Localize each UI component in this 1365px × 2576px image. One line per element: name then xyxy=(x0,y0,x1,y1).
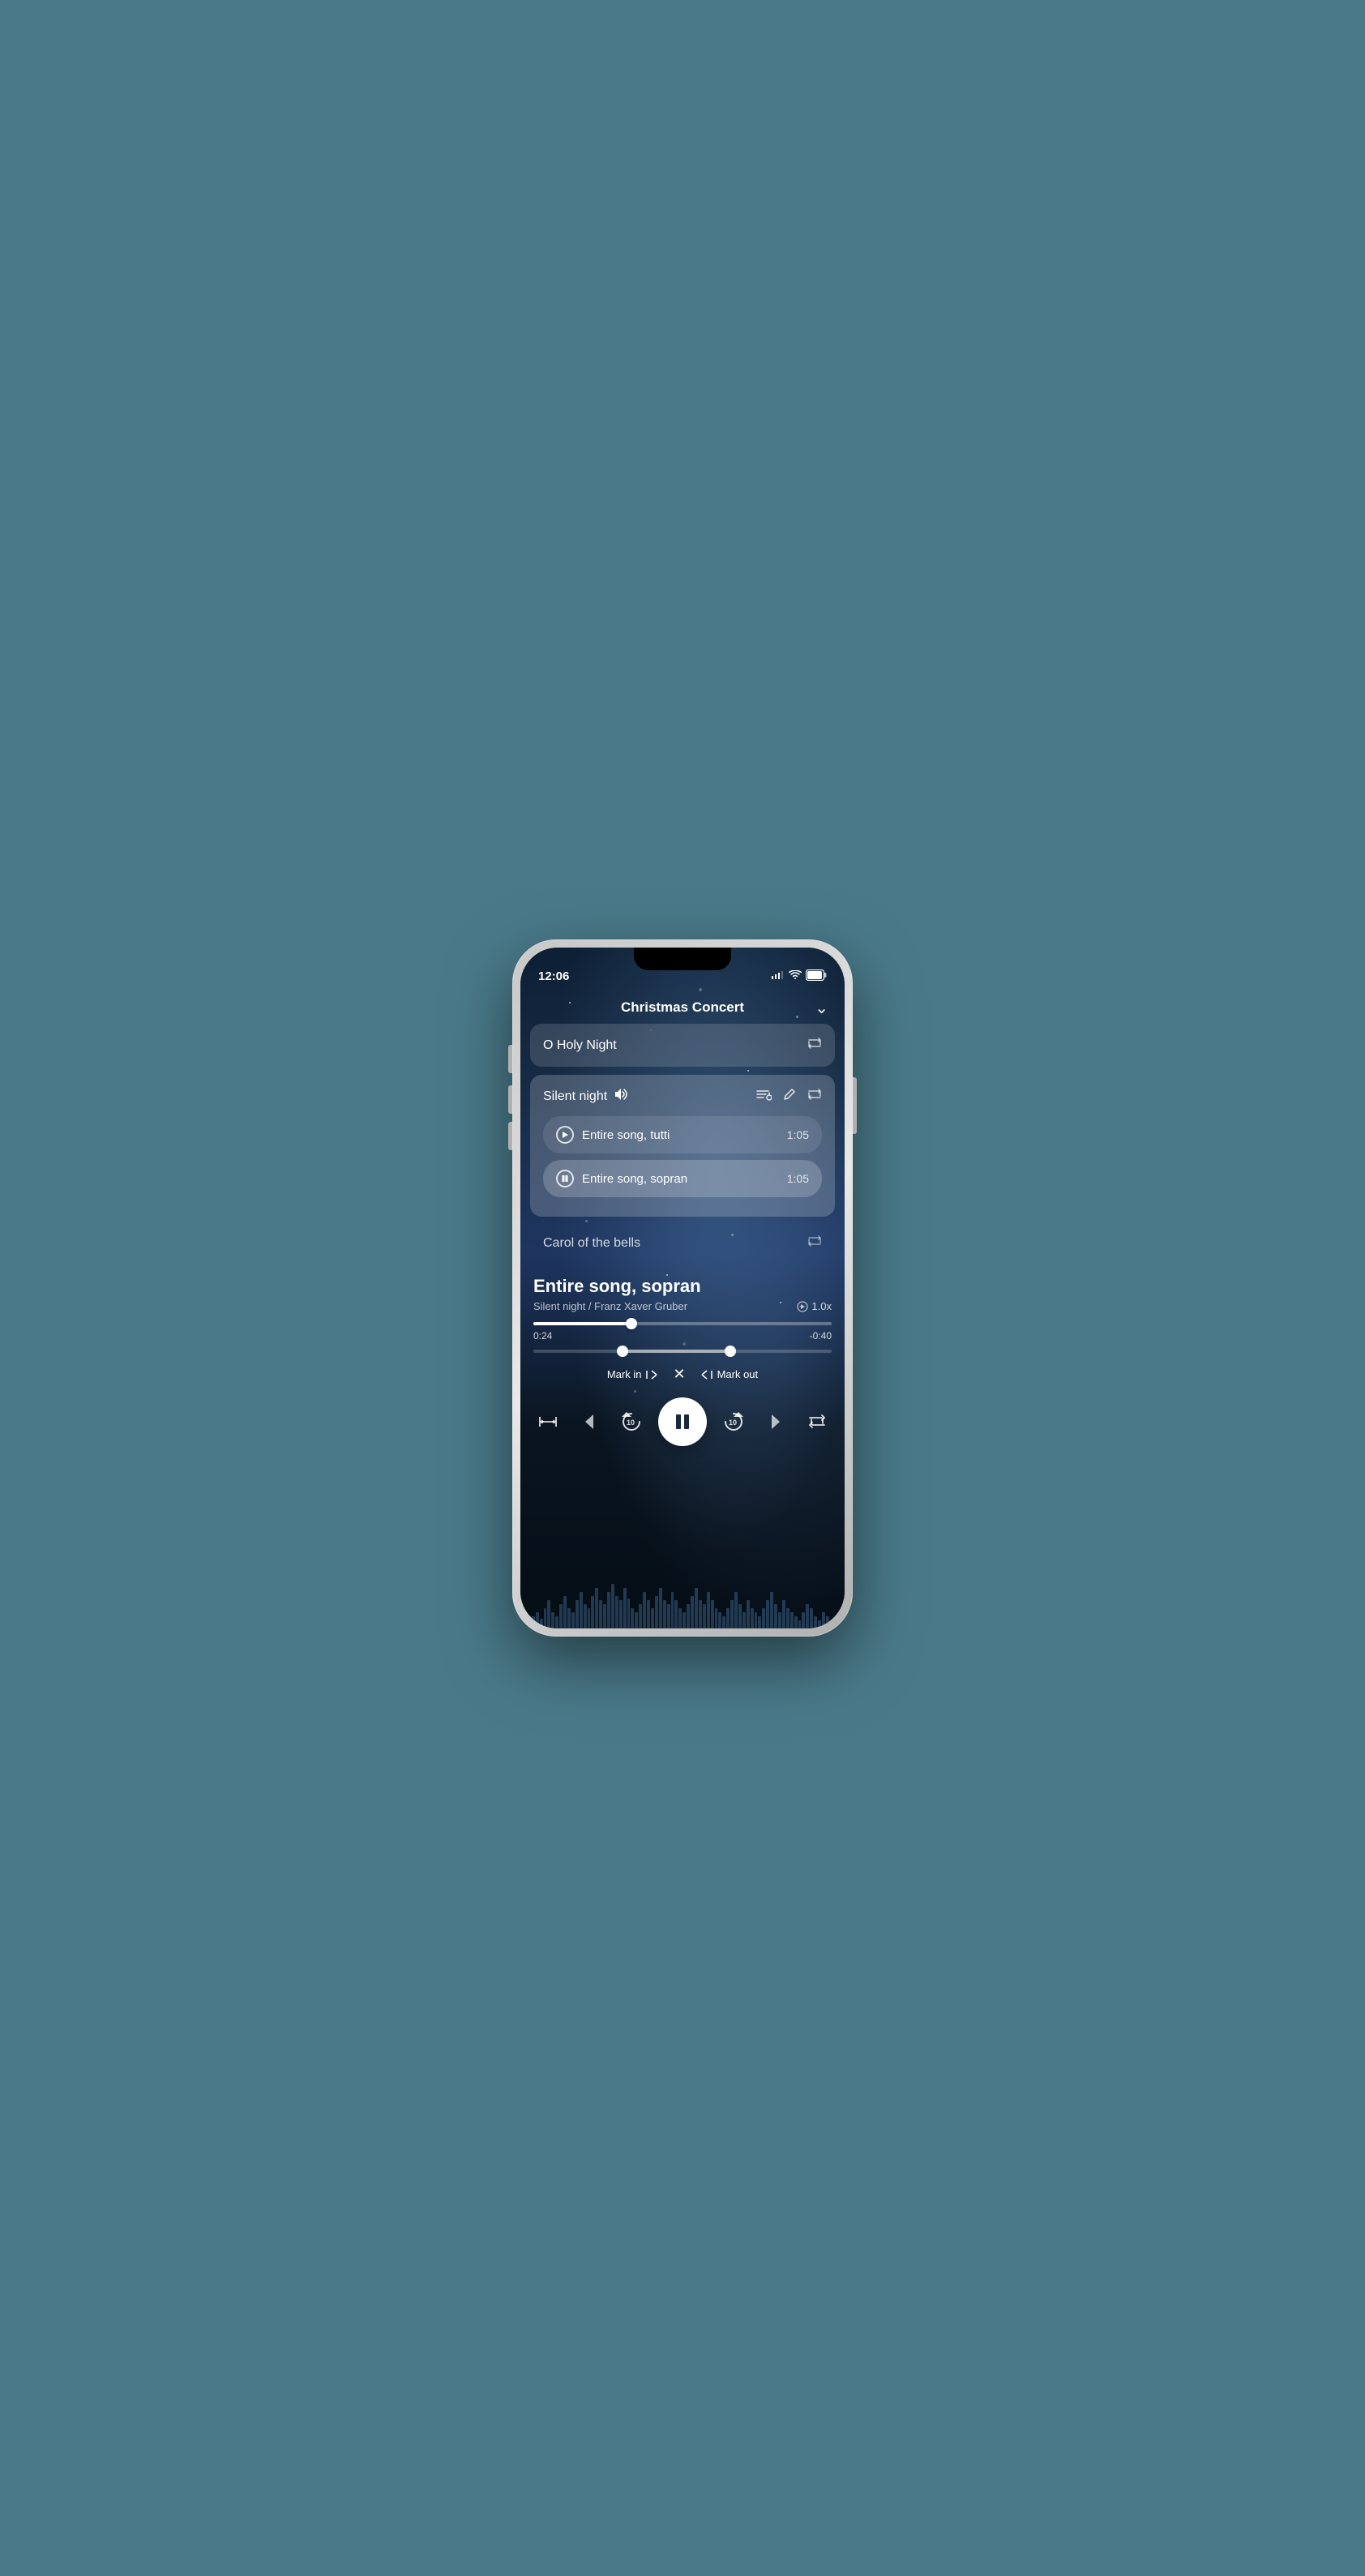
svg-text:10: 10 xyxy=(729,1419,737,1427)
repeat-button[interactable] xyxy=(802,1407,832,1436)
fit-button[interactable] xyxy=(533,1407,563,1436)
song-expanded-icons xyxy=(755,1088,822,1105)
loop-section xyxy=(520,1345,845,1358)
mark-section: Mark in ✕ Mark out xyxy=(520,1358,845,1391)
app-content: Christmas Concert ⌄ O Holy Night xyxy=(520,988,845,1628)
phone-frame: 12:06 xyxy=(512,939,853,1637)
song-item-o-holy-night[interactable]: O Holy Night xyxy=(530,1024,835,1067)
edit-icon[interactable] xyxy=(783,1088,796,1105)
playback-controls: 10 10 xyxy=(520,1391,845,1456)
forward-button[interactable]: 10 xyxy=(719,1407,748,1436)
song-list: O Holy Night Sil xyxy=(520,1024,845,1261)
now-playing-title: Entire song, sopran xyxy=(533,1276,832,1297)
signal-icon xyxy=(772,971,785,982)
volume-icon[interactable] xyxy=(614,1088,628,1105)
now-playing-section: Entire song, sopran Silent night / Franz… xyxy=(520,1269,845,1312)
track-left-sopran: Entire song, sopran xyxy=(556,1170,687,1187)
phone-screen: 12:06 xyxy=(520,948,845,1628)
mark-in-label: Mark in xyxy=(607,1368,642,1380)
speed-badge[interactable]: 1.0x xyxy=(797,1300,832,1312)
repeat-icon-o-holy-night xyxy=(807,1037,822,1054)
song-item-silent-night: Silent night xyxy=(530,1075,835,1217)
song-expanded-left: Silent night xyxy=(543,1088,628,1105)
song-title-carol: Carol of the bells xyxy=(543,1236,640,1251)
mark-out-label: Mark out xyxy=(717,1368,759,1380)
progress-thumb[interactable] xyxy=(626,1318,637,1329)
status-time: 12:06 xyxy=(538,969,569,983)
song-title-o-holy-night: O Holy Night xyxy=(543,1038,617,1053)
progress-fill xyxy=(533,1322,631,1325)
repeat-icon-carol xyxy=(807,1235,822,1252)
track-left-tutti: Entire song, tutti xyxy=(556,1126,670,1144)
waveform xyxy=(520,1580,845,1628)
progress-remaining: -0:40 xyxy=(810,1330,832,1341)
prev-button[interactable] xyxy=(575,1407,604,1436)
progress-section: 0:24 -0:40 xyxy=(520,1312,845,1345)
mark-in-button[interactable]: Mark in xyxy=(607,1368,659,1380)
track-duration-sopran: 1:05 xyxy=(787,1172,809,1185)
play-icon-tutti xyxy=(556,1126,574,1144)
now-playing-subtitle: Silent night / Franz Xaver Gruber xyxy=(533,1300,687,1312)
loop-fill xyxy=(623,1350,730,1353)
queue-icon[interactable] xyxy=(755,1088,772,1105)
speed-value: 1.0x xyxy=(811,1300,832,1312)
loop-thumb-right[interactable] xyxy=(725,1346,736,1357)
track-label-sopran: Entire song, sopran xyxy=(582,1172,687,1186)
notch xyxy=(634,948,731,970)
rewind-button[interactable]: 10 xyxy=(617,1407,646,1436)
app-header-title: Christmas Concert xyxy=(621,999,744,1016)
wifi-icon xyxy=(789,970,802,982)
progress-bar[interactable] xyxy=(533,1322,832,1325)
track-row-sopran[interactable]: Entire song, sopran 1:05 xyxy=(543,1160,822,1197)
loop-thumb-left[interactable] xyxy=(617,1346,628,1357)
loop-bar[interactable] xyxy=(533,1350,832,1353)
mark-out-button[interactable]: Mark out xyxy=(700,1368,759,1380)
next-button[interactable] xyxy=(761,1407,790,1436)
app-header: Christmas Concert ⌄ xyxy=(520,988,845,1024)
track-label-tutti: Entire song, tutti xyxy=(582,1128,670,1142)
song-item-carol[interactable]: Carol of the bells xyxy=(530,1225,835,1261)
svg-text:10: 10 xyxy=(627,1419,635,1427)
track-row-tutti[interactable]: Entire song, tutti 1:05 xyxy=(543,1116,822,1153)
battery-icon xyxy=(806,969,827,983)
pause-icon-sopran xyxy=(556,1170,574,1187)
track-duration-tutti: 1:05 xyxy=(787,1128,809,1141)
loop-clear-button[interactable]: ✕ xyxy=(673,1366,685,1383)
repeat-icon-silent-night[interactable] xyxy=(807,1088,822,1105)
progress-current: 0:24 xyxy=(533,1330,552,1341)
progress-times: 0:24 -0:40 xyxy=(533,1330,832,1341)
play-pause-button[interactable] xyxy=(658,1397,707,1446)
status-icons xyxy=(772,969,827,983)
chevron-down-button[interactable]: ⌄ xyxy=(815,998,828,1018)
song-title-silent-night: Silent night xyxy=(543,1089,607,1104)
